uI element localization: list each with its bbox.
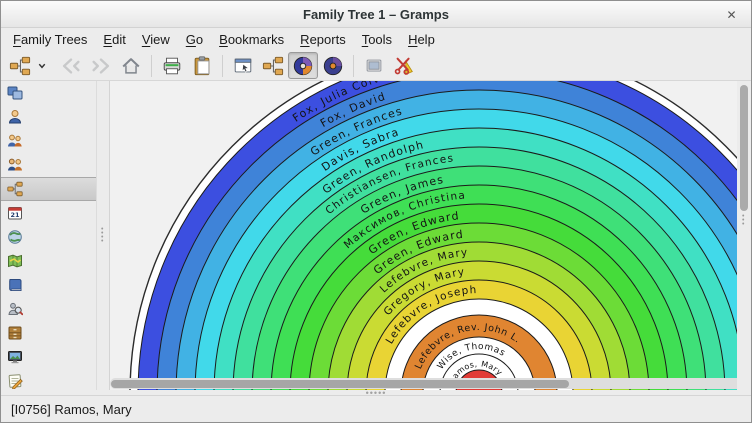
category-sidebar: 21 [1,81,96,390]
charts-icon [6,181,23,198]
sidebar-item-people[interactable] [1,105,96,129]
menu-go[interactable]: Go [178,30,211,49]
bottombar-grip[interactable]: ••••• [366,388,387,398]
sidebar-item-media[interactable] [1,345,96,369]
main-area: 21 •••• Fox, Julia ColvilleFox, DavidGre… [1,81,751,390]
export-view-button[interactable] [359,52,389,79]
full-fanchart-view-button[interactable] [318,52,348,79]
toolbar-separator [222,55,223,77]
sidebar-item-places[interactable] [1,225,96,249]
fanchart-canvas: Fox, Julia ColvilleFox, DavidGreen, Fran… [110,81,737,390]
menu-family-trees[interactable]: Family Trees [5,30,95,49]
sidebar-item-sources[interactable] [1,273,96,297]
sidebar-item-events[interactable]: 21 [1,201,96,225]
sidebar-item-notes[interactable] [1,369,96,390]
sidebar-item-citations[interactable] [1,297,96,321]
fanchart: Fox, Julia ColvilleFox, DavidGreen, Fran… [110,81,737,390]
configure-view-icon [232,55,254,77]
sidebar-item-geography[interactable] [1,249,96,273]
repositories-icon [6,325,23,342]
menu-bookmarks[interactable]: Bookmarks [211,30,292,49]
dashboard-icon [6,85,23,102]
family-trees-icon [9,55,31,77]
back-button[interactable] [56,52,86,79]
statusbar: [I0756] Ramos, Mary [1,395,751,422]
full-fanchart-view-icon [322,55,344,77]
print-button[interactable] [157,52,187,79]
citations-icon [6,301,23,318]
places-icon [6,229,23,246]
toolbar-separator [151,55,152,77]
home-icon [120,55,142,77]
events-icon: 21 [6,205,23,222]
horizontal-scrollbar-thumb[interactable] [111,380,569,388]
snapshot-icon [393,55,415,77]
sidebar-item-charts[interactable] [1,177,96,201]
menu-edit[interactable]: Edit [95,30,133,49]
window-title: Family Tree 1 – Gramps [303,7,449,22]
vertical-scrollbar[interactable]: ••• [737,81,751,390]
family-trees-button[interactable] [6,52,56,79]
menubar: Family TreesEditViewGoBookmarksReportsTo… [1,28,751,51]
horizontal-scrollbar[interactable] [110,378,737,389]
fanchart-view-icon [292,55,314,77]
people-icon [6,109,23,126]
menu-tools[interactable]: Tools [354,30,400,49]
print-icon [161,55,183,77]
chevron-down-icon [31,55,53,77]
toolbar-separator [353,55,354,77]
sources-icon [6,277,23,294]
svg-text:21: 21 [10,211,20,219]
toolbar [1,51,751,81]
forward-icon [90,55,112,77]
snapshot-button[interactable] [389,52,419,79]
menu-view[interactable]: View [134,30,178,49]
families-icon [6,157,23,174]
geography-icon [6,253,23,270]
export-view-icon [363,55,385,77]
active-person-status: [I0756] Ramos, Mary [11,402,132,417]
menu-reports[interactable]: Reports [292,30,354,49]
sidebar-item-dashboard[interactable] [1,81,96,105]
fanchart-view-button[interactable] [288,52,318,79]
splitter-grip[interactable]: •••• [101,228,103,244]
pedigree-view-button[interactable] [258,52,288,79]
home-button[interactable] [116,52,146,79]
notes-icon [6,373,23,390]
sidebar-item-families[interactable] [1,153,96,177]
clipboard-button[interactable] [187,52,217,79]
media-icon [6,349,23,366]
back-icon [60,55,82,77]
relationships-icon [6,133,23,150]
gramps-window: Family Tree 1 – Gramps ✕ Family TreesEdi… [0,0,752,423]
close-window-icon[interactable]: ✕ [723,6,740,23]
vertical-scrollbar-thumb[interactable] [740,85,748,211]
clipboard-icon [191,55,213,77]
sidebar-item-repositories[interactable] [1,321,96,345]
pedigree-view-icon [262,55,284,77]
bottombar-splitter[interactable]: ••••• [1,390,751,395]
configure-view-button[interactable] [228,52,258,79]
sidebar-item-relationships[interactable] [1,129,96,153]
sidebar-splitter[interactable]: •••• [96,81,110,390]
forward-button[interactable] [86,52,116,79]
menu-help[interactable]: Help [400,30,443,49]
titlebar: Family Tree 1 – Gramps ✕ [1,1,751,28]
right-pane-grip[interactable]: ••• [742,215,744,227]
